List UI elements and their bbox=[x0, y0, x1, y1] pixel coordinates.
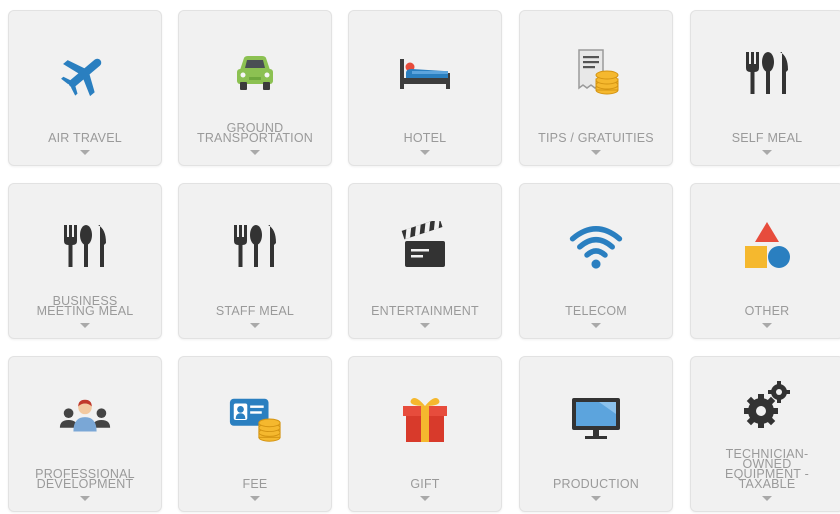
chevron-down-icon bbox=[250, 150, 260, 155]
chevron-down-icon bbox=[591, 323, 601, 328]
shapes-icon bbox=[739, 218, 795, 274]
chevron-down-icon bbox=[591, 150, 601, 155]
monitor-icon bbox=[568, 391, 624, 447]
tile-technician-owned-equipment[interactable]: TECHNICIAN- OWNED EQUIPMENT - TAXABLE bbox=[690, 356, 840, 512]
chevron-down-icon bbox=[250, 323, 260, 328]
tile-label: PROFESSIONAL DEVELOPMENT bbox=[35, 467, 135, 491]
tile-label: BUSINESS MEETING MEAL bbox=[36, 294, 134, 318]
chevron-down-icon bbox=[80, 323, 90, 328]
tile-tips-gratuities[interactable]: TIPS / GRATUITIES bbox=[519, 10, 673, 166]
chevron-down-icon bbox=[591, 496, 601, 501]
tile-production[interactable]: PRODUCTION bbox=[519, 356, 673, 512]
tile-label: TELECOM bbox=[565, 304, 627, 318]
car-icon bbox=[227, 45, 283, 101]
clapperboard-icon bbox=[397, 218, 453, 274]
chevron-down-icon bbox=[250, 496, 260, 501]
tile-ground-transportation[interactable]: GROUND TRANSPORTATION bbox=[178, 10, 332, 166]
chevron-down-icon bbox=[762, 496, 772, 501]
gift-icon bbox=[397, 391, 453, 447]
tile-business-meeting-meal[interactable]: BUSINESS MEETING MEAL bbox=[8, 183, 162, 339]
tile-hotel[interactable]: HOTEL bbox=[348, 10, 502, 166]
tile-entertainment[interactable]: ENTERTAINMENT bbox=[348, 183, 502, 339]
tile-label: AIR TRAVEL bbox=[48, 131, 122, 145]
tile-label: PRODUCTION bbox=[552, 477, 640, 491]
airplane-icon bbox=[57, 45, 113, 101]
tile-label: FEE bbox=[242, 477, 268, 491]
wifi-icon bbox=[568, 218, 624, 274]
tile-professional-development[interactable]: PROFESSIONAL DEVELOPMENT bbox=[8, 356, 162, 512]
people-icon bbox=[57, 391, 113, 447]
tile-staff-meal[interactable]: STAFF MEAL bbox=[178, 183, 332, 339]
tile-label: HOTEL bbox=[403, 131, 447, 145]
tile-label: STAFF MEAL bbox=[215, 304, 295, 318]
tile-label: GIFT bbox=[410, 477, 440, 491]
tile-air-travel[interactable]: AIR TRAVEL bbox=[8, 10, 162, 166]
chevron-down-icon bbox=[420, 496, 430, 501]
tile-label: SELF MEAL bbox=[731, 131, 803, 145]
receipt-coins-icon bbox=[568, 45, 624, 101]
utensils-icon bbox=[57, 218, 113, 274]
chevron-down-icon bbox=[420, 150, 430, 155]
chevron-down-icon bbox=[762, 150, 772, 155]
tile-label: TECHNICIAN- OWNED EQUIPMENT - TAXABLE bbox=[725, 447, 809, 491]
tile-other[interactable]: OTHER bbox=[690, 183, 840, 339]
bed-icon bbox=[397, 45, 453, 101]
id-card-coins-icon bbox=[227, 391, 283, 447]
tile-label: TIPS / GRATUITIES bbox=[538, 131, 654, 145]
utensils-icon bbox=[227, 218, 283, 274]
gears-icon bbox=[739, 377, 795, 433]
utensils-icon bbox=[739, 45, 795, 101]
tile-label: OTHER bbox=[744, 304, 790, 318]
tile-gift[interactable]: GIFT bbox=[348, 356, 502, 512]
tile-label: ENTERTAINMENT bbox=[371, 304, 479, 318]
tile-fee[interactable]: FEE bbox=[178, 356, 332, 512]
chevron-down-icon bbox=[80, 150, 90, 155]
expense-category-grid: AIR TRAVEL GROUND TRANSPORTATION HOTEL T… bbox=[0, 0, 840, 514]
tile-telecom[interactable]: TELECOM bbox=[519, 183, 673, 339]
chevron-down-icon bbox=[762, 323, 772, 328]
tile-label: GROUND TRANSPORTATION bbox=[196, 121, 313, 145]
tile-self-meal[interactable]: SELF MEAL bbox=[690, 10, 840, 166]
chevron-down-icon bbox=[420, 323, 430, 328]
chevron-down-icon bbox=[80, 496, 90, 501]
